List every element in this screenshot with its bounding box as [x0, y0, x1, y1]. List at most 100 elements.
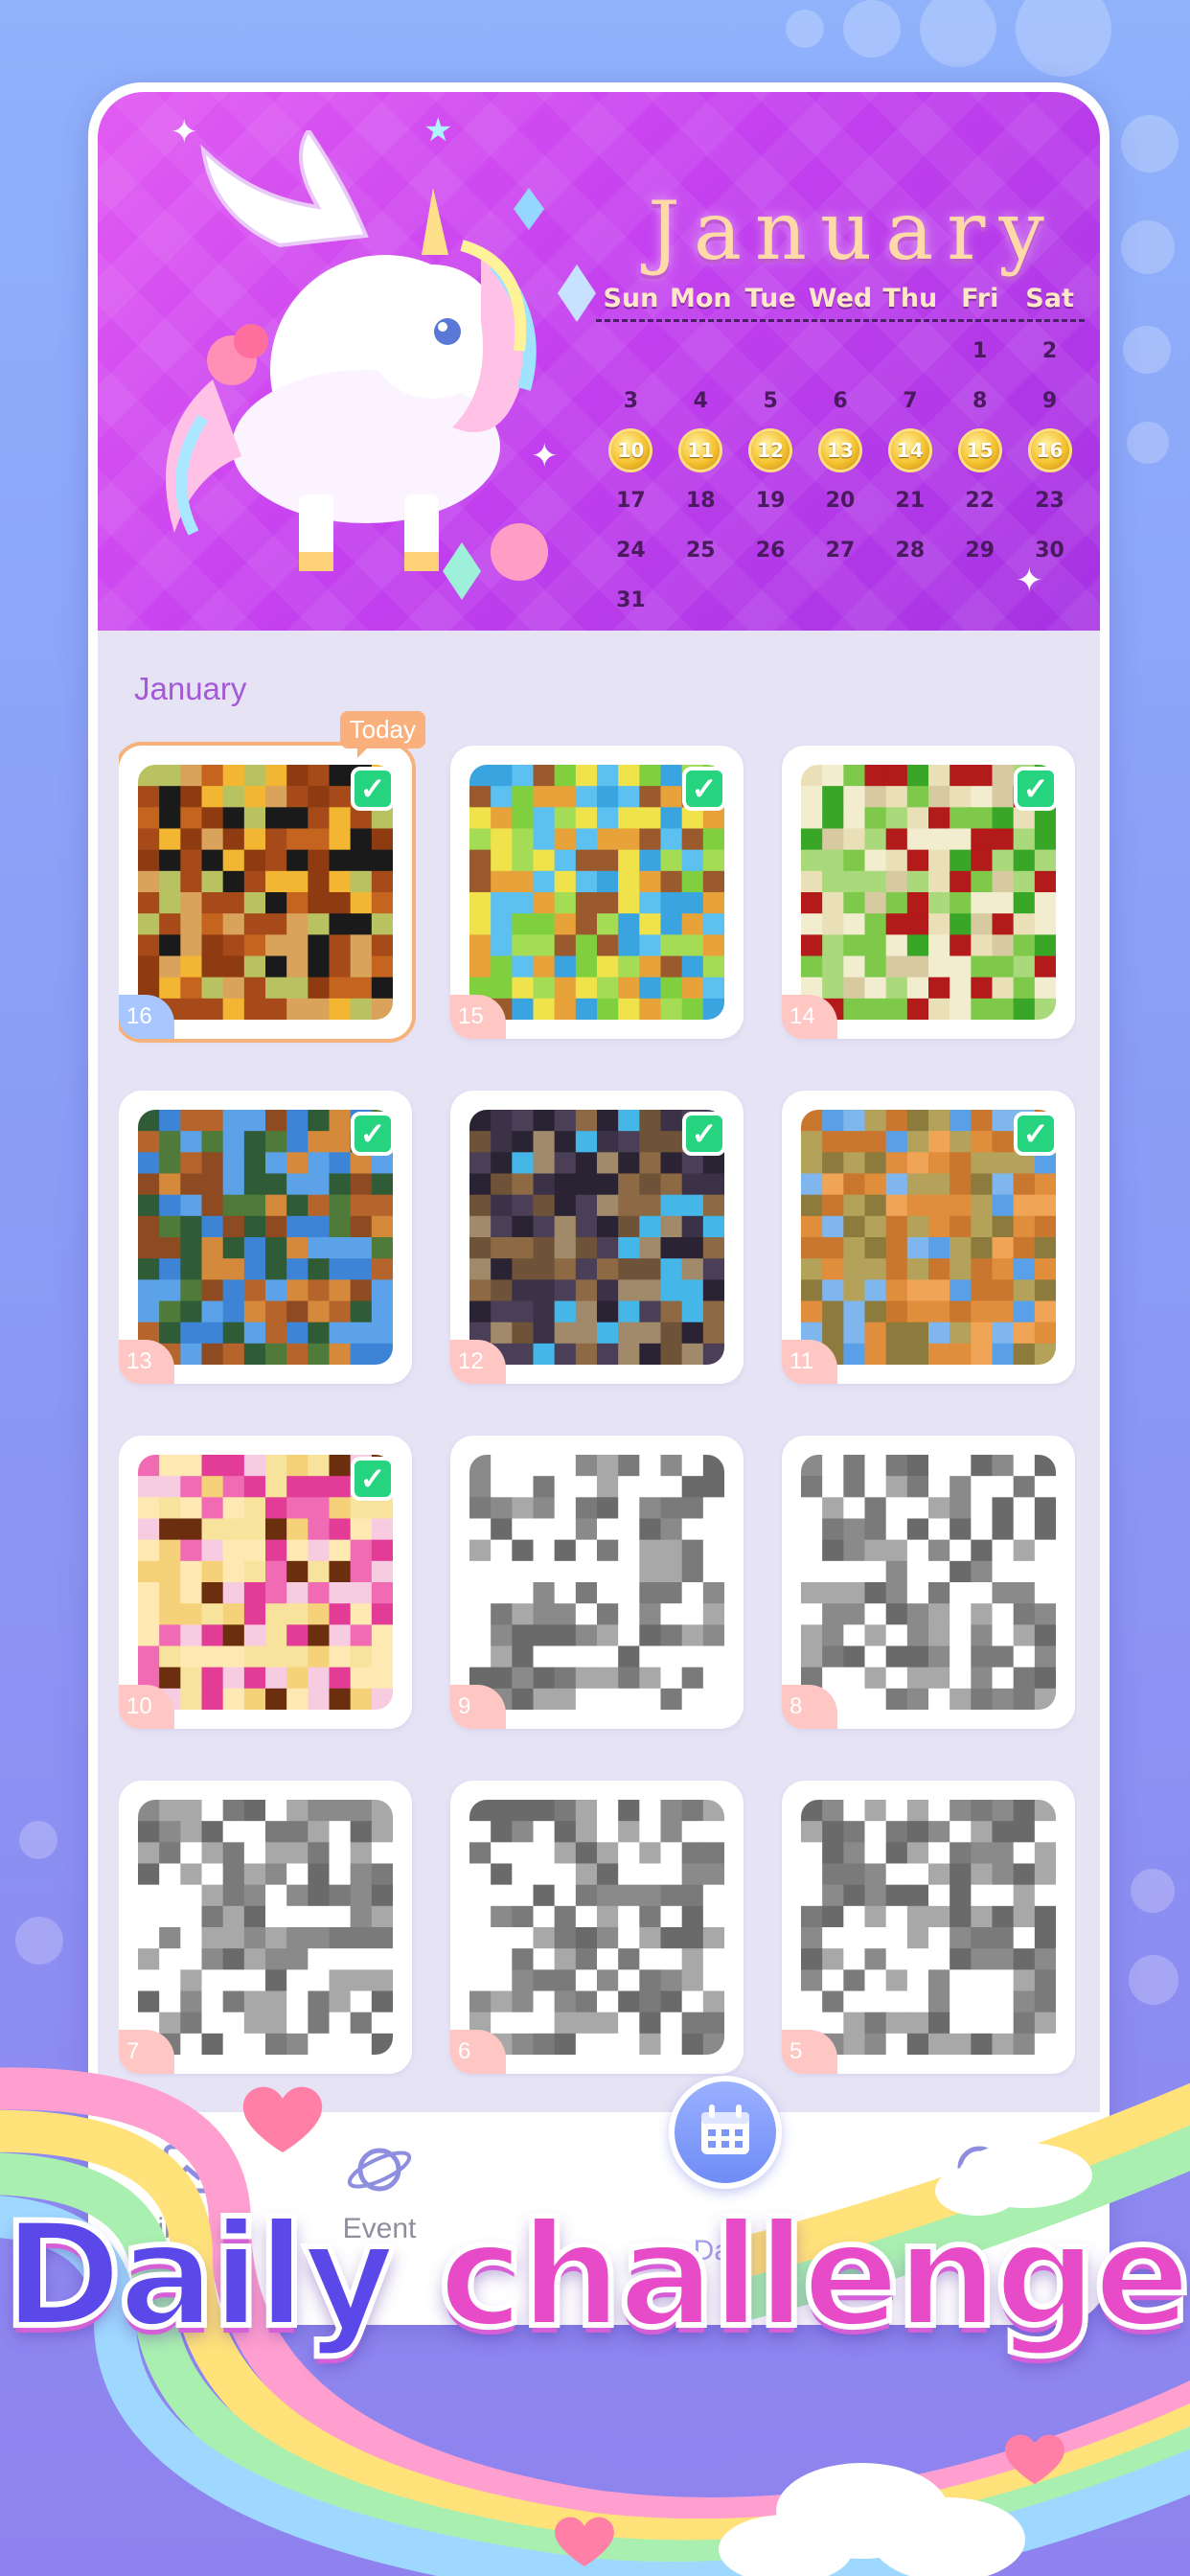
calendar-day-number: 6: [833, 388, 848, 413]
calendar-day[interactable]: 23: [1015, 475, 1085, 525]
bubble-decor: [19, 1821, 57, 1859]
calendar-day[interactable]: 8: [945, 376, 1015, 426]
calendar-day-number: 16: [1030, 431, 1069, 470]
calendar-day-number: 15: [960, 431, 999, 470]
calendar-day-number: 4: [693, 388, 708, 413]
calendar-day-number: 27: [825, 538, 856, 563]
calendar-day: [875, 326, 945, 376]
bubble-decor: [1131, 1869, 1175, 1913]
calendar: Sun Mon Tue Wed Thu Fri Sat 1 2 3 4 5 6 7 8 9 10 11 12 13 1…: [596, 284, 1085, 625]
calendar-day[interactable]: 26: [736, 525, 806, 575]
puzzle-card[interactable]: 9: [450, 1436, 744, 1729]
phone-frame: ✦ ✦ ✦ ★ January Sun Mon Tue Wed Thu Fri Sat 12…: [88, 82, 1110, 2325]
bubble-decor: [1016, 0, 1111, 77]
calendar-day: [806, 326, 876, 376]
calendar-day-number: 20: [825, 488, 856, 513]
weekday-label: Mon: [669, 284, 732, 313]
puzzle-card[interactable]: ✓ 11: [782, 1091, 1075, 1384]
calendar-day-number: 18: [685, 488, 716, 513]
bubble-decor: [1127, 422, 1169, 464]
calendar-month-title: January: [648, 184, 1058, 278]
puzzle-card[interactable]: ✓ 13: [119, 1091, 412, 1384]
calendar-day[interactable]: 12: [736, 426, 806, 475]
calendar-day[interactable]: 25: [666, 525, 736, 575]
calendar-day[interactable]: 7: [875, 376, 945, 426]
weekday-label: Fri: [961, 284, 999, 313]
promo-title-word-2: challenge: [436, 2193, 1190, 2359]
puzzle-card[interactable]: ✓ 14: [782, 746, 1075, 1039]
completed-check-icon: ✓: [351, 1457, 395, 1501]
puzzle-thumbnail: [801, 1800, 1056, 2055]
calendar-day-number: 24: [616, 538, 646, 563]
calendar-day-number: 28: [895, 538, 926, 563]
calendar-day[interactable]: 29: [945, 525, 1015, 575]
calendar-days-grid: 1 2 3 4 5 6 7 8 9 10 11 12 13 14 15 16 17 18 19 20 21 22 23 24 2…: [596, 326, 1085, 625]
calendar-day-number: 19: [755, 488, 786, 513]
star-icon: ★: [423, 112, 453, 149]
calendar-day[interactable]: 31: [596, 575, 666, 625]
completed-check-icon: ✓: [351, 1112, 395, 1156]
weekday-label: Sun: [603, 284, 659, 313]
calendar-day-number: 31: [616, 587, 646, 612]
calendar-day: [1015, 575, 1085, 625]
calendar-day-number: 11: [681, 431, 721, 470]
puzzle-card[interactable]: ✓ 15: [450, 746, 744, 1039]
calendar-day-number: 12: [751, 431, 790, 470]
calendar-day[interactable]: 30: [1015, 525, 1085, 575]
calendar-day[interactable]: 15: [945, 426, 1015, 475]
calendar-day[interactable]: 14: [875, 426, 945, 475]
calendar-day[interactable]: 1: [945, 326, 1015, 376]
puzzle-card[interactable]: 8: [782, 1436, 1075, 1729]
calendar-day[interactable]: 10: [596, 426, 666, 475]
puzzle-thumbnail: [801, 1455, 1056, 1710]
calendar-day[interactable]: 21: [875, 475, 945, 525]
calendar-day[interactable]: 19: [736, 475, 806, 525]
calendar-day: [666, 326, 736, 376]
weekday-label: Wed: [808, 284, 873, 313]
today-tag: Today: [339, 711, 425, 758]
promo-title-word-1: Daily: [0, 2193, 399, 2359]
calendar-day[interactable]: 13: [806, 426, 876, 475]
calendar-weekday-header: Sun Mon Tue Wed Thu Fri Sat: [596, 284, 1085, 322]
calendar-day[interactable]: 20: [806, 475, 876, 525]
puzzle-card[interactable]: ✓ 12: [450, 1091, 744, 1384]
calendar-day[interactable]: 2: [1015, 326, 1085, 376]
calendar-day[interactable]: 16: [1015, 426, 1085, 475]
calendar-day[interactable]: 6: [806, 376, 876, 426]
calendar-day[interactable]: 27: [806, 525, 876, 575]
calendar-day[interactable]: 9: [1015, 376, 1085, 426]
calendar-day: [596, 326, 666, 376]
calendar-day-number: 3: [623, 388, 639, 413]
puzzle-card[interactable]: 6: [450, 1781, 744, 2074]
weekday-label: Thu: [882, 284, 938, 313]
puzzle-card[interactable]: ✓ 10: [119, 1436, 412, 1729]
puzzle-card[interactable]: ✓ 16 Today: [119, 711, 425, 1039]
puzzle-card[interactable]: 5: [782, 1781, 1075, 2074]
calendar-day-number: 8: [973, 388, 988, 413]
calendar-day[interactable]: 17: [596, 475, 666, 525]
calendar-day-number: 13: [820, 431, 859, 470]
calendar-day-number: 30: [1035, 538, 1064, 563]
calendar-day[interactable]: 11: [666, 426, 736, 475]
calendar-day[interactable]: 18: [666, 475, 736, 525]
bubble-decor: [920, 0, 996, 67]
completed-check-icon: ✓: [1014, 767, 1058, 811]
calendar-day[interactable]: 5: [736, 376, 806, 426]
calendar-day[interactable]: 22: [945, 475, 1015, 525]
weekday-label: Sat: [1025, 284, 1074, 313]
puzzle-card[interactable]: 7: [119, 1781, 412, 2074]
puzzle-thumbnail: [469, 1455, 724, 1710]
calendar-day-number: 1: [973, 338, 988, 363]
calendar-day: [945, 575, 1015, 625]
calendar-day-number: 23: [1035, 488, 1064, 513]
calendar-day-number: 14: [890, 431, 929, 470]
calendar-day[interactable]: 4: [666, 376, 736, 426]
weekday-label: Tue: [744, 284, 796, 313]
sparkle-icon: ✦: [171, 114, 198, 150]
calendar-day[interactable]: 24: [596, 525, 666, 575]
unicorn-illustration: [166, 130, 596, 600]
calendar-day[interactable]: 3: [596, 376, 666, 426]
calendar-day: [875, 575, 945, 625]
calendar-day[interactable]: 28: [875, 525, 945, 575]
bubble-decor: [15, 1917, 63, 1965]
